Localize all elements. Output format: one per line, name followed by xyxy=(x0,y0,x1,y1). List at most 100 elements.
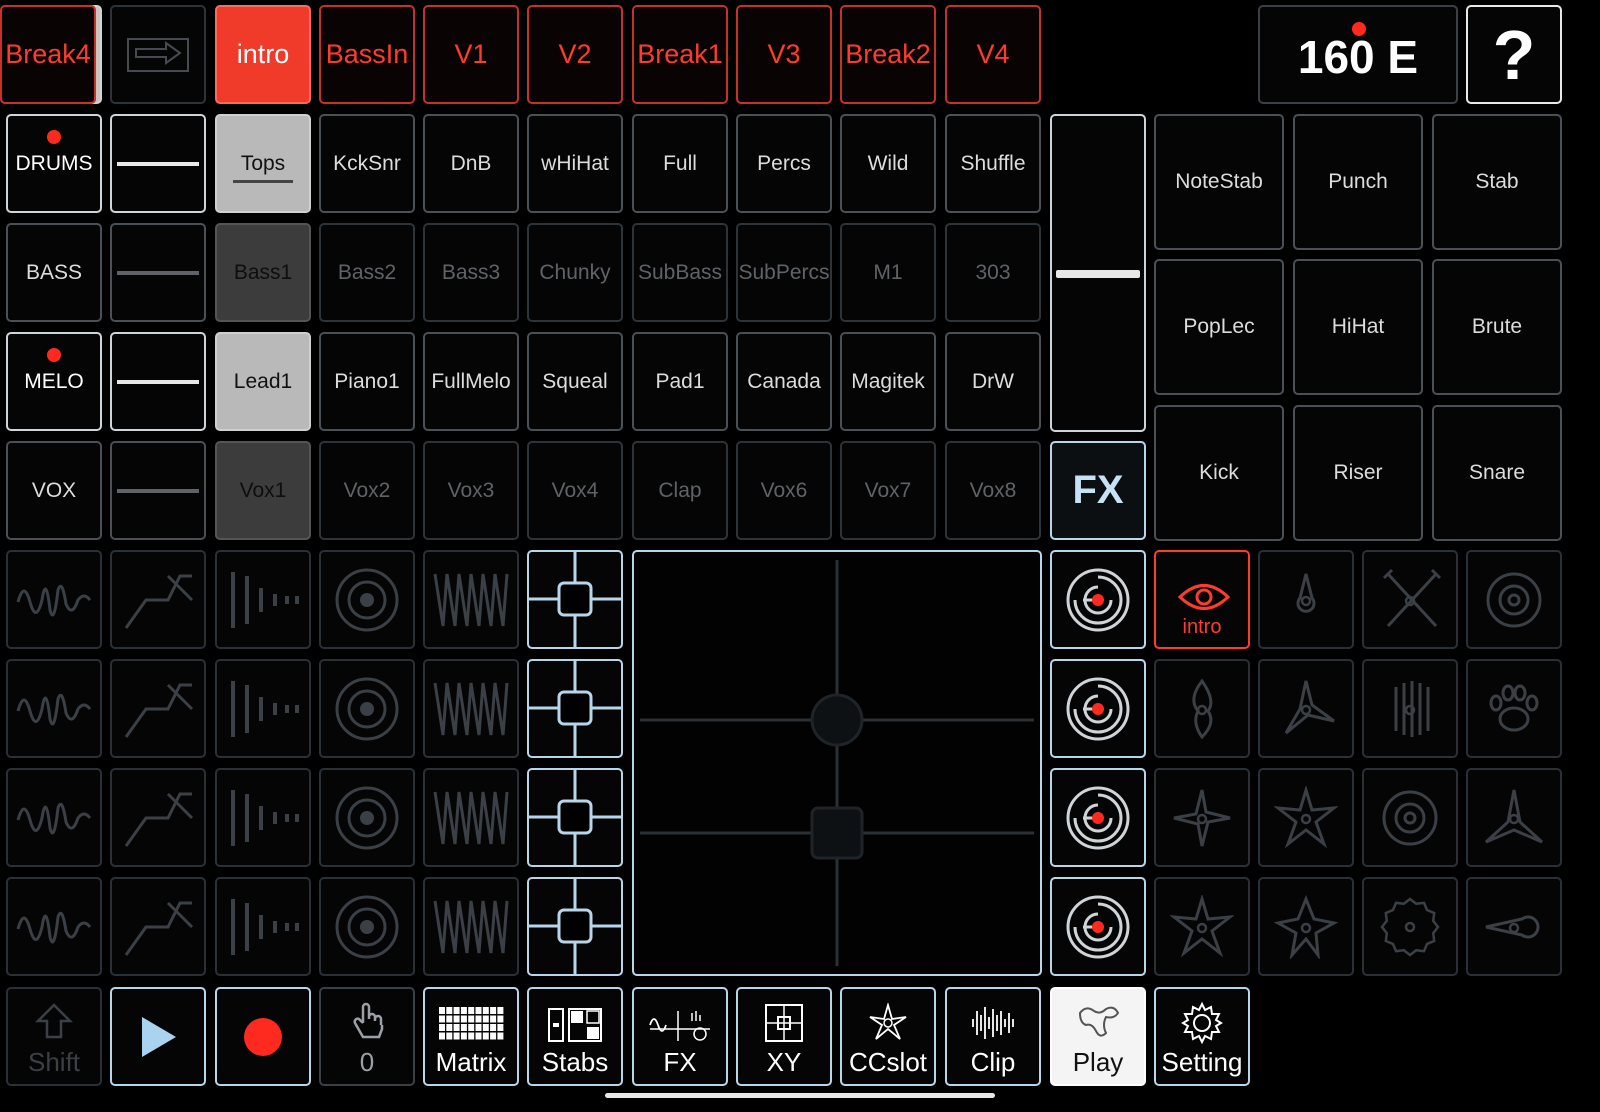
track-level-button[interactable] xyxy=(110,441,206,540)
clip-button[interactable]: wHiHat xyxy=(527,114,623,213)
stab-pad-kick[interactable]: Kick xyxy=(1154,405,1284,541)
fx-knob-button[interactable] xyxy=(1050,659,1146,758)
fx-button[interactable]: FX xyxy=(1050,441,1146,540)
cc-slot-button[interactable] xyxy=(1362,877,1458,976)
clip-button[interactable]: Squeal xyxy=(527,332,623,431)
fx-knob-button[interactable] xyxy=(1050,768,1146,867)
record-button[interactable] xyxy=(215,987,311,1086)
fx-slot-button[interactable] xyxy=(6,768,102,867)
track-button-drums[interactable]: DRUMS xyxy=(6,114,102,213)
clip-button[interactable]: Pad1 xyxy=(632,332,728,431)
play-transport-button[interactable] xyxy=(110,987,206,1086)
clip-button[interactable]: Canada xyxy=(736,332,832,431)
clip-button[interactable]: M1 xyxy=(840,223,936,322)
clip-button[interactable]: Vox7 xyxy=(840,441,936,540)
cc-slot-button[interactable] xyxy=(1466,877,1562,976)
cc-slot-button[interactable] xyxy=(1154,659,1250,758)
clip-button[interactable]: DnB xyxy=(423,114,519,213)
fx-knob-button[interactable] xyxy=(1050,877,1146,976)
clip-button[interactable]: Wild xyxy=(840,114,936,213)
fx-tab-button[interactable]: FX xyxy=(632,987,728,1086)
cc-slot-button[interactable] xyxy=(1258,550,1354,649)
clip-button[interactable]: Vox6 xyxy=(736,441,832,540)
clip-button[interactable]: DrW xyxy=(945,332,1041,431)
cc-slot-button[interactable] xyxy=(1362,659,1458,758)
clip-button[interactable]: Clap xyxy=(632,441,728,540)
track-button-vox[interactable]: VOX xyxy=(6,441,102,540)
cc-slot-button[interactable] xyxy=(1154,877,1250,976)
help-button[interactable]: ? xyxy=(1466,5,1562,104)
clip-button[interactable]: SubPercs xyxy=(736,223,832,322)
track-button-melo[interactable]: MELO xyxy=(6,332,102,431)
track-button-bass[interactable]: BASS xyxy=(6,223,102,322)
fx-crosshair-slider[interactable] xyxy=(527,550,623,649)
scene-button-break1[interactable]: Break1 xyxy=(632,5,728,104)
clip-button[interactable]: Vox8 xyxy=(945,441,1041,540)
stab-pad-notestab[interactable]: NoteStab xyxy=(1154,114,1284,250)
cc-slot-button[interactable] xyxy=(1466,659,1562,758)
fx-slot-button[interactable] xyxy=(215,768,311,867)
track-level-button[interactable] xyxy=(110,332,206,431)
scene-button-v3[interactable]: V3 xyxy=(736,5,832,104)
scene-button-v1[interactable]: V1 xyxy=(423,5,519,104)
fx-slot-button[interactable] xyxy=(423,877,519,976)
cc-slot-button[interactable] xyxy=(1258,877,1354,976)
stab-pad-riser[interactable]: Riser xyxy=(1293,405,1423,541)
clip-button[interactable]: Bass1 xyxy=(215,223,311,322)
fx-slot-button[interactable] xyxy=(423,659,519,758)
fader-handle[interactable] xyxy=(1056,270,1140,278)
matrix-button[interactable]: Matrix xyxy=(423,987,519,1086)
fx-slot-button[interactable] xyxy=(319,877,415,976)
scene-button-break4[interactable]: Break4 xyxy=(0,5,96,104)
fx-slot-button[interactable] xyxy=(110,877,206,976)
clip-button[interactable]: Tops xyxy=(215,114,311,213)
stab-pad-punch[interactable]: Punch xyxy=(1293,114,1423,250)
clip-button[interactable]: Vox3 xyxy=(423,441,519,540)
fx-crosshair-slider[interactable] xyxy=(527,768,623,867)
clip-button[interactable]: Percs xyxy=(736,114,832,213)
fx-slot-button[interactable] xyxy=(110,550,206,649)
cc-slot-button[interactable] xyxy=(1362,768,1458,867)
master-fader[interactable] xyxy=(1050,114,1146,432)
cc-slot-button[interactable] xyxy=(1154,768,1250,867)
clip-button[interactable]: Vox4 xyxy=(527,441,623,540)
clip-button[interactable]: Piano1 xyxy=(319,332,415,431)
fx-slot-button[interactable] xyxy=(319,768,415,867)
setting-tab-button[interactable]: Setting xyxy=(1154,987,1250,1086)
cc-slot-button[interactable] xyxy=(1258,659,1354,758)
clip-button[interactable]: 303 xyxy=(945,223,1041,322)
scene-button-v2[interactable]: V2 xyxy=(527,5,623,104)
scene-button-break2[interactable]: Break2 xyxy=(840,5,936,104)
cc-slot-button[interactable] xyxy=(1258,768,1354,867)
clip-button[interactable]: Shuffle xyxy=(945,114,1041,213)
fx-slot-button[interactable] xyxy=(319,659,415,758)
fx-slot-button[interactable] xyxy=(319,550,415,649)
cc-slot-button[interactable] xyxy=(1362,550,1458,649)
scene-button-intro[interactable]: intro xyxy=(215,5,311,104)
stab-pad-hihat[interactable]: HiHat xyxy=(1293,259,1423,395)
clip-button[interactable]: Full xyxy=(632,114,728,213)
stabs-button[interactable]: Stabs xyxy=(527,987,623,1086)
clip-button[interactable]: Vox1 xyxy=(215,441,311,540)
scene-view-button[interactable]: intro xyxy=(1154,550,1250,649)
fx-slot-button[interactable] xyxy=(6,877,102,976)
clip-button[interactable]: Chunky xyxy=(527,223,623,322)
play-tab-button[interactable]: Play xyxy=(1050,987,1146,1086)
xy-tab-button[interactable]: XY xyxy=(736,987,832,1086)
clip-button[interactable]: Vox2 xyxy=(319,441,415,540)
clip-button[interactable]: SubBass xyxy=(632,223,728,322)
fx-crosshair-slider[interactable] xyxy=(527,659,623,758)
scene-button-v4[interactable]: V4 xyxy=(945,5,1041,104)
clip-button[interactable]: Bass3 xyxy=(423,223,519,322)
track-level-button[interactable] xyxy=(110,114,206,213)
track-level-button[interactable] xyxy=(110,223,206,322)
tap-counter-button[interactable]: 0 xyxy=(319,987,415,1086)
fx-slot-button[interactable] xyxy=(215,877,311,976)
ccslot-tab-button[interactable]: CCslot xyxy=(840,987,936,1086)
fx-crosshair-slider[interactable] xyxy=(527,877,623,976)
fx-knob-button[interactable] xyxy=(1050,550,1146,649)
clip-button[interactable]: Magitek xyxy=(840,332,936,431)
xy-pad[interactable] xyxy=(632,550,1042,976)
swap-arrows-button[interactable] xyxy=(110,5,206,104)
tempo-display[interactable]: 160 E xyxy=(1258,5,1458,104)
